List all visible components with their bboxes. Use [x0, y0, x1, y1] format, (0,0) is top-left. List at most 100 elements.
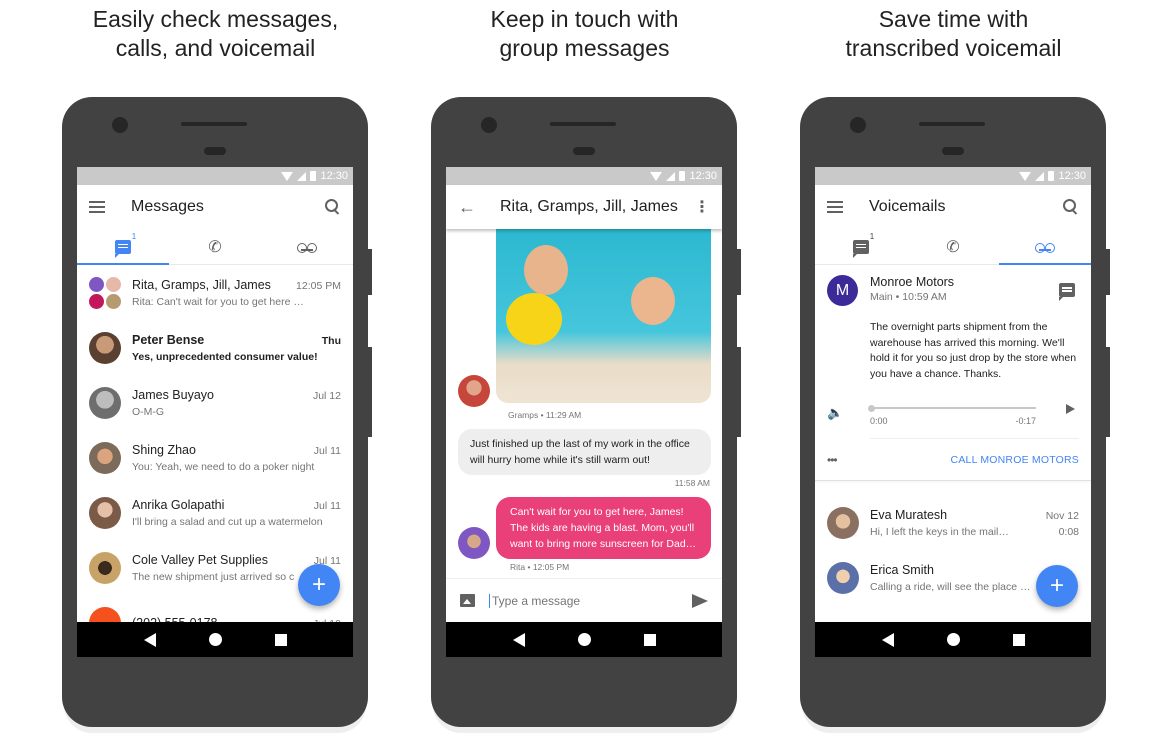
- unread-badge: 1: [869, 232, 875, 241]
- menu-icon[interactable]: [89, 201, 105, 213]
- voicemail-duration: 0:08: [1058, 525, 1079, 538]
- back-nav-icon[interactable]: [881, 632, 894, 647]
- conversation-item[interactable]: Shing Zhao Jul 11 You: Yeah, we need to d…: [77, 430, 353, 485]
- search-icon[interactable]: [325, 199, 341, 215]
- shared-photo[interactable]: [496, 229, 711, 403]
- message-icon[interactable]: [1059, 283, 1075, 301]
- power-button: [1106, 249, 1110, 295]
- back-nav-icon[interactable]: [512, 632, 525, 647]
- status-time: 12:30: [320, 170, 348, 182]
- tab-messages[interactable]: 1: [815, 229, 907, 264]
- status-bar: 12:30: [815, 167, 1091, 185]
- avatar: [827, 506, 859, 539]
- new-call-fab[interactable]: +: [1036, 565, 1078, 607]
- photo-ball: [506, 293, 562, 345]
- play-icon[interactable]: [1066, 404, 1075, 414]
- speaker-icon[interactable]: 🔈: [827, 405, 870, 421]
- conversation-title: Rita, Gramps, Jill, James: [500, 198, 678, 215]
- elapsed-time: 0:00: [870, 416, 888, 426]
- conversation-item[interactable]: James Buyayo Jul 12 O-M-G: [77, 375, 353, 430]
- voicemail-expanded[interactable]: M Monroe Motors Main • 10:59 AM The over…: [815, 265, 1091, 480]
- earpiece: [181, 122, 247, 126]
- send-icon[interactable]: [692, 593, 708, 608]
- avatar: [827, 561, 859, 594]
- more-vert-icon[interactable]: ⋮: [694, 197, 710, 217]
- volume-button: [368, 347, 372, 437]
- caller-name: Eva Muratesh: [870, 507, 948, 522]
- call-back-button[interactable]: CALL MONROE MOTORS: [951, 454, 1079, 466]
- message-input[interactable]: [489, 593, 692, 608]
- sensor: [204, 147, 226, 155]
- home-nav-icon[interactable]: [208, 633, 222, 646]
- group-avatar: [89, 276, 121, 309]
- screen: 12:30 Messages 1 ✆ Rita, Gramps, Jill, J…: [77, 167, 353, 657]
- tab-messages[interactable]: 1: [77, 229, 169, 265]
- headline-group: Keep in touch with group messages: [400, 5, 769, 63]
- conversation-item[interactable]: Peter Bense Thu Yes, unprecedented consum…: [77, 320, 353, 375]
- wifi-icon: [281, 171, 294, 181]
- tab-calls[interactable]: ✆: [169, 229, 261, 264]
- conversation-name: Cole Valley Pet Supplies: [132, 552, 268, 567]
- tab-bar: 1 ✆: [77, 229, 353, 265]
- home-nav-icon[interactable]: [946, 633, 960, 646]
- chat-icon: [115, 239, 131, 258]
- app-bar: ← Rita, Gramps, Jill, James ⋮: [446, 185, 722, 229]
- conversation-name: Shing Zhao: [132, 442, 196, 457]
- image-icon[interactable]: [460, 594, 475, 607]
- page-title: Voicemails: [869, 198, 946, 215]
- signal-icon: [1035, 171, 1045, 181]
- recents-nav-icon[interactable]: [643, 633, 656, 646]
- signal-icon: [297, 171, 307, 181]
- conversation-snippet: O-M-G: [132, 405, 165, 418]
- conversation-time: 12:05 PM: [296, 279, 341, 292]
- tab-voicemail[interactable]: [261, 229, 353, 264]
- tab-voicemail[interactable]: [999, 229, 1091, 265]
- front-camera: [850, 117, 866, 133]
- earpiece: [919, 122, 985, 126]
- arrow-back-icon[interactable]: ←: [458, 197, 476, 218]
- nav-bar: [446, 622, 722, 657]
- headline-line: calls, and voicemail: [115, 35, 316, 61]
- playback-knob[interactable]: [868, 404, 875, 412]
- avatar: M: [827, 275, 858, 306]
- more-horiz-icon[interactable]: •••: [827, 453, 838, 467]
- tab-calls[interactable]: ✆: [907, 229, 999, 264]
- new-message-fab[interactable]: +: [298, 564, 340, 606]
- conversation-snippet: Yes, unprecedented consumer value!: [132, 350, 318, 363]
- audio-player: 🔈 0:00 -0:17: [827, 400, 1079, 426]
- phone-chat: 12:30 ← Rita, Gramps, Jill, James ⋮ Gram…: [431, 97, 741, 727]
- recents-nav-icon[interactable]: [1012, 633, 1025, 646]
- conversation-item[interactable]: Rita, Gramps, Jill, James 12:05 PM Rita: …: [77, 265, 353, 320]
- incoming-time: 11:58 AM: [674, 478, 710, 488]
- volume-button: [1106, 347, 1110, 437]
- playback-slider[interactable]: [868, 404, 1036, 412]
- back-nav-icon[interactable]: [143, 632, 156, 647]
- conversation-name: Anrika Golapathi: [132, 497, 225, 512]
- conversation-item[interactable]: Anrika Golapathi Jul 11 I'll bring a sala…: [77, 485, 353, 540]
- voicemail-item[interactable]: Eva Muratesh Nov 12 Hi, I left the keys i…: [815, 495, 1091, 550]
- headline-line: group messages: [499, 35, 670, 61]
- tab-bar: 1 ✆: [815, 229, 1091, 265]
- sensor: [573, 147, 595, 155]
- wifi-icon: [650, 171, 663, 181]
- recents-nav-icon[interactable]: [274, 633, 287, 646]
- front-camera: [112, 117, 128, 133]
- home-nav-icon[interactable]: [577, 633, 591, 646]
- phone-icon: ✆: [208, 238, 222, 256]
- front-camera: [481, 117, 497, 133]
- voicemail-icon: [297, 242, 317, 253]
- battery-icon: [679, 171, 686, 181]
- remaining-time: -0:17: [1015, 416, 1036, 426]
- screen: 12:30 ← Rita, Gramps, Jill, James ⋮ Gram…: [446, 167, 722, 657]
- menu-icon[interactable]: [827, 201, 843, 213]
- headline-line: transcribed voicemail: [845, 35, 1062, 61]
- gramps-avatar: [458, 375, 490, 407]
- caller-subtitle: Main • 10:59 AM: [870, 291, 947, 303]
- power-button: [737, 249, 741, 295]
- search-icon[interactable]: [1063, 199, 1079, 215]
- sensor: [942, 147, 964, 155]
- unread-badge: 1: [131, 232, 137, 241]
- nav-bar: [815, 622, 1091, 657]
- phone-voicemail: 12:30 Voicemails 1 ✆ M Monroe Motors Mai…: [800, 97, 1110, 727]
- conversation-snippet: Rita: Can't wait for you to get here …: [132, 295, 304, 308]
